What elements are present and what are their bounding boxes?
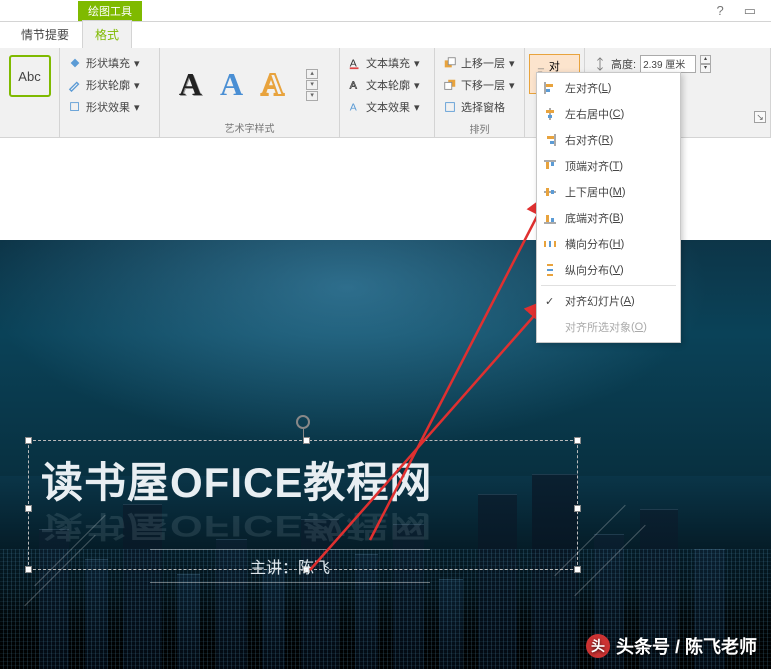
- align-bottom-icon: [543, 211, 557, 225]
- bring-forward-icon: [443, 56, 457, 70]
- send-backward-button[interactable]: 下移一层 ▾: [441, 74, 518, 96]
- group-wordart: A A A ▴ ▾ ▾ 艺术字样式: [160, 48, 340, 137]
- selection-pane-button[interactable]: 选择窗格: [441, 96, 518, 118]
- watermark: 头 头条号 / 陈飞老师: [586, 633, 757, 659]
- text-fill-button[interactable]: A 文本填充 ▾: [346, 52, 428, 74]
- group-shape-styles: Abc: [0, 48, 60, 137]
- check-icon: ✓: [545, 295, 554, 308]
- distribute-v-item[interactable]: 纵向分布(V): [537, 257, 680, 283]
- text-effects-icon: A: [348, 100, 362, 114]
- svg-text:A: A: [350, 102, 357, 114]
- dialog-launcher-icon[interactable]: ↘: [754, 111, 766, 123]
- align-right-icon: [543, 133, 557, 147]
- height-spinner: ▴ ▾: [700, 55, 711, 73]
- align-to-slide-item[interactable]: ✓ 对齐幻灯片(A): [537, 288, 680, 314]
- align-bottom-item[interactable]: 底端对齐(B): [537, 205, 680, 231]
- align-top-icon: [543, 159, 557, 173]
- align-middle-v-icon: [543, 185, 557, 199]
- text-effects-button[interactable]: A 文本效果 ▾: [346, 96, 428, 118]
- wordart-preset-1[interactable]: A: [179, 66, 202, 103]
- text-fill-icon: A: [348, 56, 362, 70]
- group-shape-format: 形状填充 ▾ 形状轮廓 ▾ 形状效果 ▾: [60, 48, 160, 137]
- tab-format[interactable]: 格式: [82, 20, 132, 48]
- titlebar: 绘图工具 ? ▭: [0, 0, 771, 22]
- align-to-selected-item: 对齐所选对象(O): [537, 314, 680, 340]
- gallery-up-icon[interactable]: ▴: [306, 69, 318, 79]
- height-input[interactable]: 2.39 厘米: [640, 55, 696, 73]
- wordart-preset-3[interactable]: A: [261, 66, 284, 103]
- bring-forward-button[interactable]: 上移一层 ▾: [441, 52, 518, 74]
- align-middle-v-item[interactable]: 上下居中(M): [537, 179, 680, 205]
- effects-icon: [68, 100, 82, 114]
- distribute-h-icon: [543, 237, 557, 251]
- align-right-item[interactable]: 右对齐(R): [537, 127, 680, 153]
- distribute-h-item[interactable]: 横向分布(H): [537, 231, 680, 257]
- presenter-name: 陈飞: [298, 560, 330, 577]
- align-center-h-icon: [543, 107, 557, 121]
- spin-down-icon[interactable]: ▾: [700, 64, 711, 73]
- group-text-format: A 文本填充 ▾ A 文本轮廓 ▾ A 文本效果 ▾: [340, 48, 435, 137]
- distribute-v-icon: [543, 263, 557, 277]
- pen-icon: [68, 78, 82, 92]
- subtitle-box[interactable]: 主讲：陈飞: [150, 545, 430, 587]
- gallery-down-icon[interactable]: ▾: [306, 80, 318, 90]
- align-center-h-item[interactable]: 左右居中(C): [537, 101, 680, 127]
- presenter-label: 主讲：: [250, 560, 298, 577]
- resize-handle[interactable]: [303, 437, 310, 444]
- menu-separator: [541, 285, 676, 286]
- send-backward-icon: [443, 78, 457, 92]
- align-dropdown: 左对齐(L) 左右居中(C) 右对齐(R) 顶端对齐(T) 上下居中(M) 底端…: [536, 72, 681, 343]
- watermark-text: 头条号 / 陈飞老师: [616, 633, 757, 659]
- rotate-handle-icon[interactable]: [296, 415, 310, 429]
- wordart-group-label: 艺术字样式: [166, 117, 333, 135]
- align-top-item[interactable]: 顶端对齐(T): [537, 153, 680, 179]
- height-icon: [593, 57, 607, 71]
- shape-effects-button[interactable]: 形状效果 ▾: [66, 96, 153, 118]
- shape-fill-button[interactable]: 形状填充 ▾: [66, 52, 153, 74]
- paint-bucket-icon: [68, 56, 82, 70]
- contextual-tab-label: 绘图工具: [78, 1, 142, 21]
- resize-handle[interactable]: [574, 437, 581, 444]
- ribbon-collapse-icon[interactable]: ▭: [744, 3, 756, 19]
- spin-up-icon[interactable]: ▴: [700, 55, 711, 64]
- gallery-more-icon[interactable]: ▾: [306, 91, 318, 101]
- group-arrange: 上移一层 ▾ 下移一层 ▾ 选择窗格 排列: [435, 48, 525, 137]
- svg-text:A: A: [350, 80, 357, 92]
- slide-title-reflection: 读书屋OFICE教程网: [29, 507, 577, 550]
- arrange-group-label: 排列: [441, 118, 518, 136]
- gallery-scroll: ▴ ▾ ▾: [306, 69, 320, 101]
- toutiao-icon: 头: [586, 634, 610, 658]
- tab-storyboard[interactable]: 情节提要: [8, 20, 82, 48]
- ribbon-tabs: 情节提要 格式: [0, 22, 771, 48]
- resize-handle[interactable]: [25, 437, 32, 444]
- shape-style-preset[interactable]: Abc: [9, 55, 51, 97]
- shape-outline-button[interactable]: 形状轮廓 ▾: [66, 74, 153, 96]
- text-outline-button[interactable]: A 文本轮廓 ▾: [346, 74, 428, 96]
- text-outline-icon: A: [348, 78, 362, 92]
- selection-pane-icon: [443, 100, 457, 114]
- resize-handle[interactable]: [574, 566, 581, 573]
- resize-handle[interactable]: [25, 566, 32, 573]
- align-left-icon: [543, 81, 557, 95]
- align-left-item[interactable]: 左对齐(L): [537, 75, 680, 101]
- wordart-preset-2[interactable]: A: [220, 66, 243, 103]
- help-icon[interactable]: ?: [716, 3, 723, 19]
